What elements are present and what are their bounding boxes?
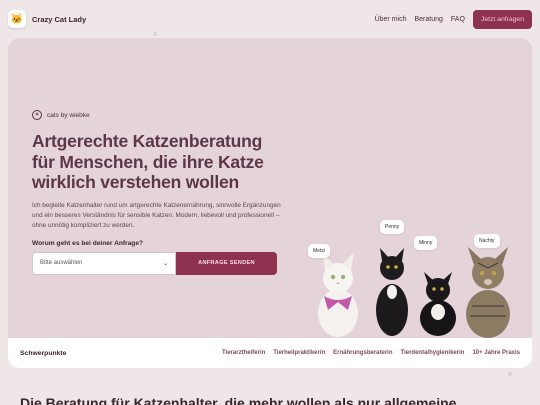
cat-label-metzi: Metzi — [308, 244, 330, 258]
topic-select[interactable]: Bitte auswählen ⌄ — [32, 251, 176, 275]
decor-dot — [508, 372, 512, 376]
hero-title: Artgerechte Katzenberatung für Menschen,… — [32, 131, 264, 192]
inquiry-form: Bitte auswählen ⌄ ANFRAGE SENDEN — [32, 251, 282, 275]
hero-card: ✦ cats by wiebke Artgerechte Katzenberat… — [8, 38, 532, 368]
tag-tierdentalhygienikerin: Tierdentalhygienikerin — [400, 350, 465, 356]
cat-nachty — [466, 247, 510, 338]
tag-tierheilpraktikerin: Tierheilpraktikerin — [273, 350, 326, 356]
focus-areas-tags: Tierarztheiferin Tierheilpraktikerin Ern… — [222, 350, 520, 356]
cat-label-minny: Minny — [414, 236, 438, 250]
cat-minny — [420, 272, 456, 336]
nav-faq[interactable]: FAQ — [451, 16, 465, 23]
cats-illustration: Metzi Penny Minny Nachty — [300, 218, 530, 338]
hero-content: ✦ cats by wiebke Artgerechte Katzenberat… — [32, 110, 282, 275]
hero-description: Ich begleite Katzenhalter rund um artger… — [32, 201, 281, 230]
cat-metzi — [318, 252, 358, 337]
jetzt-anfragen-button[interactable]: Jetzt anfragen — [472, 9, 532, 29]
header: 🐱 Crazy Cat Lady Über mich Beratung FAQ … — [0, 0, 540, 38]
chevron-down-icon: ⌄ — [162, 260, 168, 267]
tag-ernaehrungsberaterin: Ernährungsberaterin — [333, 350, 393, 356]
nav-ueber-mich[interactable]: Über mich — [375, 16, 407, 23]
brand-name: Crazy Cat Lady — [32, 14, 87, 24]
cat-label-nachty: Nachty — [474, 234, 500, 248]
focus-areas-title: Schwerpunkte — [20, 349, 67, 357]
nav-beratung[interactable]: Beratung — [414, 16, 442, 23]
topic-select-value: Bitte auswählen — [40, 260, 83, 267]
eyebrow: ✦ cats by wiebke — [32, 110, 282, 120]
paw-icon: ✦ — [32, 110, 42, 120]
cat-logo-icon: 🐱 — [8, 10, 26, 28]
tag-praxis-jahre: 10+ Jahre Praxis — [472, 350, 520, 356]
main-nav: Über mich Beratung FAQ Jetzt anfragen — [375, 9, 532, 29]
section-heading: Die Beratung für Katzenhalter, die mehr … — [20, 395, 457, 405]
form-label: Worum geht es bei deiner Anfrage? — [32, 239, 144, 247]
tag-tierarzthelferin: Tierarztheiferin — [222, 350, 266, 356]
focus-areas-bar: Schwerpunkte Tierarztheiferin Tierheilpr… — [8, 338, 532, 368]
anfrage-senden-button[interactable]: ANFRAGE SENDEN — [176, 251, 277, 275]
brand[interactable]: 🐱 Crazy Cat Lady — [8, 10, 86, 28]
cat-label-penny: Penny — [380, 220, 405, 234]
cat-penny — [376, 248, 408, 336]
eyebrow-text: cats by wiebke — [47, 111, 90, 119]
